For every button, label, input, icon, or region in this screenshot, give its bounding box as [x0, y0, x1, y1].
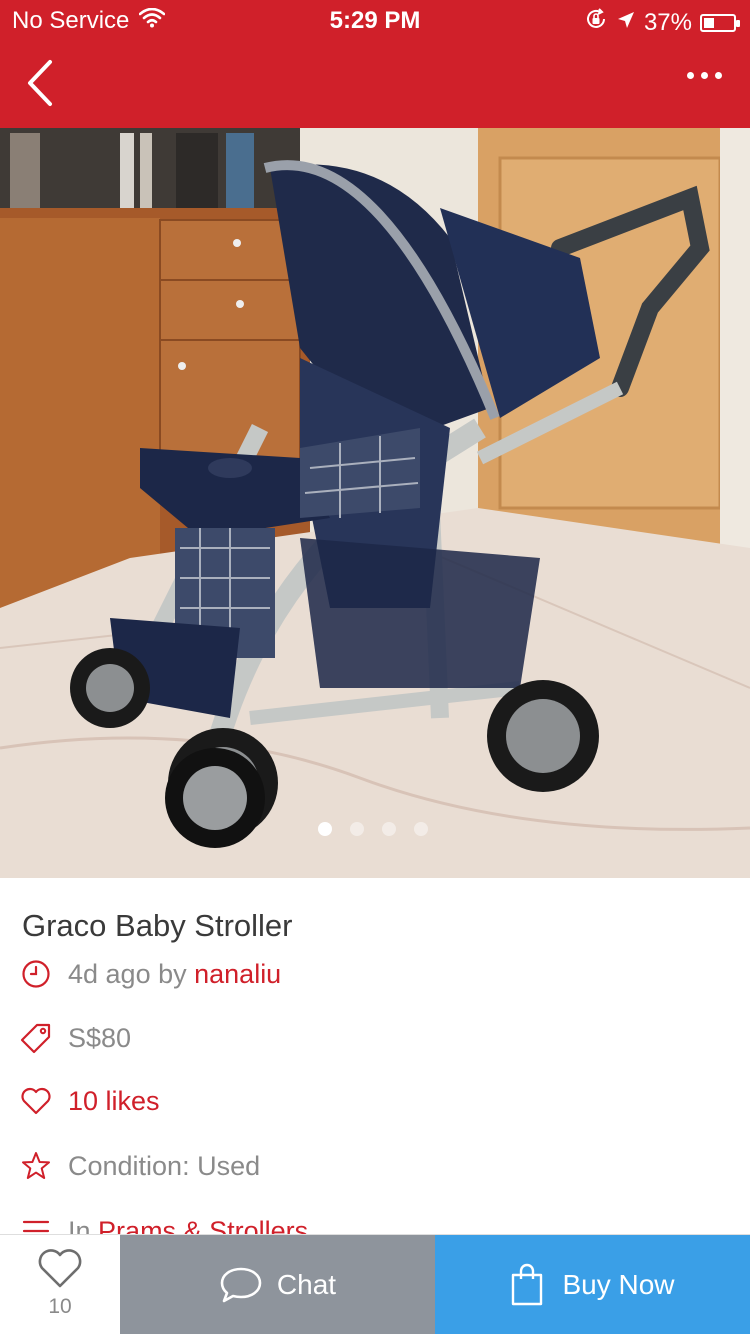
- page-dot-2[interactable]: [350, 822, 364, 836]
- price-row: S$80: [20, 1018, 131, 1058]
- category-link[interactable]: Prams & Strollers: [98, 1216, 308, 1235]
- list-icon: [20, 1215, 52, 1234]
- chat-bubble-icon: [220, 1267, 262, 1303]
- listing-screen: No Service 5:29 PM 37% Graco Baby Stroll…: [0, 0, 750, 1334]
- page-dot-3[interactable]: [382, 822, 396, 836]
- buy-now-label: Buy Now: [562, 1269, 675, 1300]
- like-button[interactable]: 10: [0, 1235, 120, 1334]
- posted-row: 4d ago by nanaliu: [20, 954, 281, 994]
- page-dot-4[interactable]: [414, 822, 428, 836]
- price-tag-icon: [20, 1022, 52, 1054]
- heart-icon: [20, 1085, 52, 1117]
- like-count: 10: [48, 1295, 72, 1318]
- back-button[interactable]: [22, 58, 66, 110]
- likes-text[interactable]: 10 likes: [68, 1086, 160, 1117]
- battery-icon: [700, 13, 740, 32]
- posted-ago-text: 4d ago by: [68, 958, 187, 989]
- location-arrow-icon: [616, 9, 636, 37]
- seller-link[interactable]: nanaliu: [194, 959, 281, 990]
- chat-label: Chat: [276, 1269, 337, 1300]
- gallery-page-indicator[interactable]: [318, 822, 428, 836]
- status-right: 37%: [584, 7, 740, 38]
- page-dot-1[interactable]: [318, 822, 332, 836]
- bottom-action-bar: 10 Chat Buy Now: [0, 1234, 750, 1334]
- chat-button[interactable]: Chat: [120, 1235, 435, 1334]
- battery-percent: 37%: [643, 8, 692, 36]
- condition-text: Condition: Used: [68, 1150, 261, 1181]
- heart-outline-icon: [38, 1249, 82, 1288]
- category-prefix: In: [68, 1215, 91, 1235]
- top-bar: No Service 5:29 PM 37%: [0, 0, 750, 128]
- status-bar: No Service 5:29 PM 37%: [0, 0, 750, 40]
- category-row[interactable]: In Prams & Strollers: [20, 1211, 308, 1234]
- price-text: S$80: [68, 1022, 132, 1053]
- chevron-left-icon: [28, 60, 52, 106]
- rotation-lock-icon: [584, 7, 608, 38]
- clock-icon: [20, 958, 52, 990]
- listing-details: Graco Baby Stroller 4d ago by nanaliu S$…: [0, 878, 750, 1234]
- more-options-button[interactable]: [687, 72, 722, 79]
- stroller-photo-image: [0, 128, 750, 878]
- product-photo[interactable]: [0, 128, 750, 878]
- more-horizontal-icon: [687, 72, 694, 79]
- listing-title: Graco Baby Stroller: [22, 908, 293, 943]
- likes-row[interactable]: 10 likes: [20, 1081, 160, 1121]
- condition-row: Condition: Used: [20, 1146, 260, 1186]
- buy-now-button[interactable]: Buy Now: [435, 1235, 750, 1334]
- shopping-bag-icon: [512, 1263, 543, 1306]
- star-icon: [20, 1150, 52, 1182]
